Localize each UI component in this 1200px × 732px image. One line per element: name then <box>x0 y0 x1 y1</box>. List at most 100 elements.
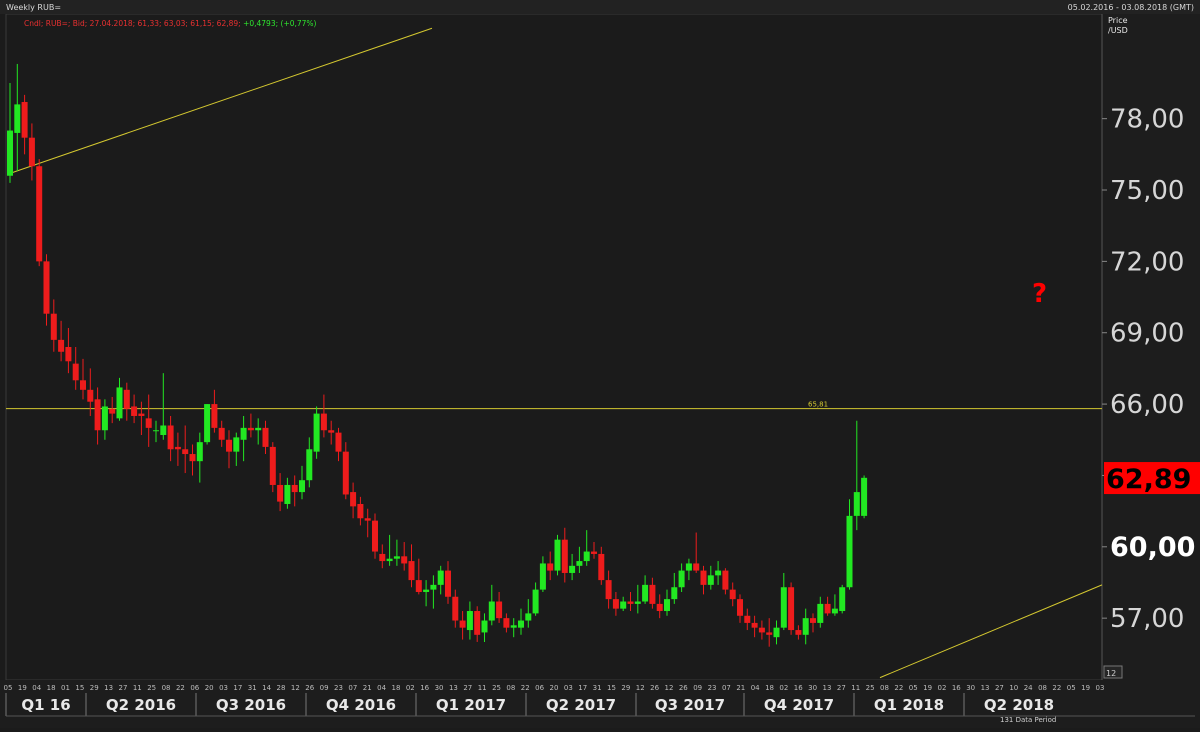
candle-body <box>496 601 503 619</box>
upper-trendline <box>9 27 433 174</box>
y-axis-label-price: Price <box>1108 16 1128 25</box>
x-tick-label: 23 <box>334 684 343 692</box>
candle-body <box>233 437 240 452</box>
candle-body <box>14 104 21 133</box>
plot-frame <box>5 13 1103 681</box>
candle-body <box>817 603 824 623</box>
x-tick-label: 12 <box>636 684 645 692</box>
x-tick-label: 14 <box>262 684 271 692</box>
x-tick-label: 02 <box>406 684 415 692</box>
level-line-label: 65,81 <box>808 401 828 409</box>
x-tick-label: 13 <box>981 684 990 692</box>
x-tick-label: 27 <box>837 684 846 692</box>
candle-body <box>335 432 342 452</box>
x-tick-label: 23 <box>708 684 717 692</box>
quarter-label: Q1 16 <box>21 696 70 714</box>
x-tick-label: 22 <box>1052 684 1061 692</box>
candle-body <box>372 520 378 552</box>
lower-trendline <box>879 584 1103 679</box>
candle-body <box>810 618 816 623</box>
x-tick-label: 29 <box>90 684 99 692</box>
candle-body <box>415 580 422 592</box>
candle-body <box>145 418 152 428</box>
x-tick-label: 21 <box>736 684 745 692</box>
candle-body <box>729 589 736 600</box>
candle-body <box>393 556 400 559</box>
candle-body <box>510 625 517 628</box>
candle-body <box>846 515 853 588</box>
candle-body <box>101 406 108 431</box>
x-tick-label: 17 <box>578 684 587 692</box>
date-range: 05.02.2016 - 03.08.2018 (GMT) <box>1067 3 1194 12</box>
candle-body <box>226 439 232 452</box>
x-tick-label: 16 <box>794 684 803 692</box>
candle-body <box>87 389 94 402</box>
quarter-label: Q3 2017 <box>655 696 725 714</box>
candle-body <box>131 406 138 416</box>
x-tick-label: 22 <box>894 684 903 692</box>
x-tick-label: 06 <box>190 684 199 692</box>
x-tick-label: 04 <box>32 684 41 692</box>
quarter-label: Q2 2017 <box>546 696 616 714</box>
candle-body <box>36 166 43 262</box>
x-tick-label: 16 <box>952 684 961 692</box>
chart-area[interactable]: 57,00 60,00 66,00 69,00 72,00 75,00 78,00 65,81… <box>0 0 1200 728</box>
candle-body <box>423 589 430 592</box>
candle-body <box>466 611 473 631</box>
data-period-status: 131 Data Period <box>1000 716 1057 724</box>
x-tick-label: 22 <box>521 684 530 692</box>
candle-body <box>569 565 576 573</box>
x-tick-label: 26 <box>650 684 659 692</box>
x-tick-label: 09 <box>693 684 702 692</box>
candle-body <box>284 484 291 504</box>
candle-body <box>408 561 415 581</box>
candle-body <box>153 430 159 432</box>
x-tick-label: 05 <box>909 684 918 692</box>
x-tick-label: 24 <box>1024 684 1033 692</box>
candle-body <box>445 570 451 597</box>
x-tick-label: 30 <box>966 684 975 692</box>
candle-body <box>109 408 116 414</box>
quarter-label: Q4 2016 <box>326 696 396 714</box>
candle-body <box>488 601 495 621</box>
x-tick-label: 27 <box>118 684 127 692</box>
candle-body <box>685 563 692 571</box>
candle-body <box>737 599 743 616</box>
x-tick-label: 19 <box>923 684 932 692</box>
x-tick-label: 08 <box>506 684 515 692</box>
y-tick-label: 72,00 <box>1110 247 1184 277</box>
candle-body <box>766 632 773 635</box>
candle-body <box>547 563 554 571</box>
x-tick-label: 08 <box>1038 684 1047 692</box>
candle-body <box>788 587 795 631</box>
candle-body <box>642 584 649 602</box>
candle-body <box>7 130 13 176</box>
candle-body <box>123 389 130 409</box>
x-tick-label: 08 <box>162 684 171 692</box>
question-annotation: ? <box>1032 279 1047 309</box>
x-tick-label: 31 <box>248 684 257 692</box>
x-tick-label: 25 <box>147 684 156 692</box>
x-tick-label: 12 <box>664 684 673 692</box>
candle-body <box>43 261 50 314</box>
x-tick-label: 10 <box>1009 684 1018 692</box>
quarter-label: Q3 2016 <box>216 696 286 714</box>
candle-body <box>459 620 466 628</box>
candle-body <box>320 413 327 431</box>
x-tick-label: 15 <box>75 684 84 692</box>
candle-body <box>269 446 276 485</box>
chart-svg: 57,00 60,00 66,00 69,00 72,00 75,00 78,00 65,81… <box>0 0 1200 728</box>
x-tick-label: 25 <box>866 684 875 692</box>
candle-body <box>342 451 349 495</box>
candle-body <box>839 587 846 612</box>
x-tick-label: 06 <box>535 684 544 692</box>
candle-body <box>328 430 335 433</box>
x-tick-label: 16 <box>420 684 429 692</box>
candle-body <box>364 518 371 521</box>
candle-body <box>247 427 254 431</box>
x-tick-label: 21 <box>363 684 372 692</box>
candle-body <box>802 618 809 635</box>
x-tick-label: 27 <box>995 684 1004 692</box>
candle-body <box>306 449 313 481</box>
x-tick-label: 28 <box>277 684 286 692</box>
